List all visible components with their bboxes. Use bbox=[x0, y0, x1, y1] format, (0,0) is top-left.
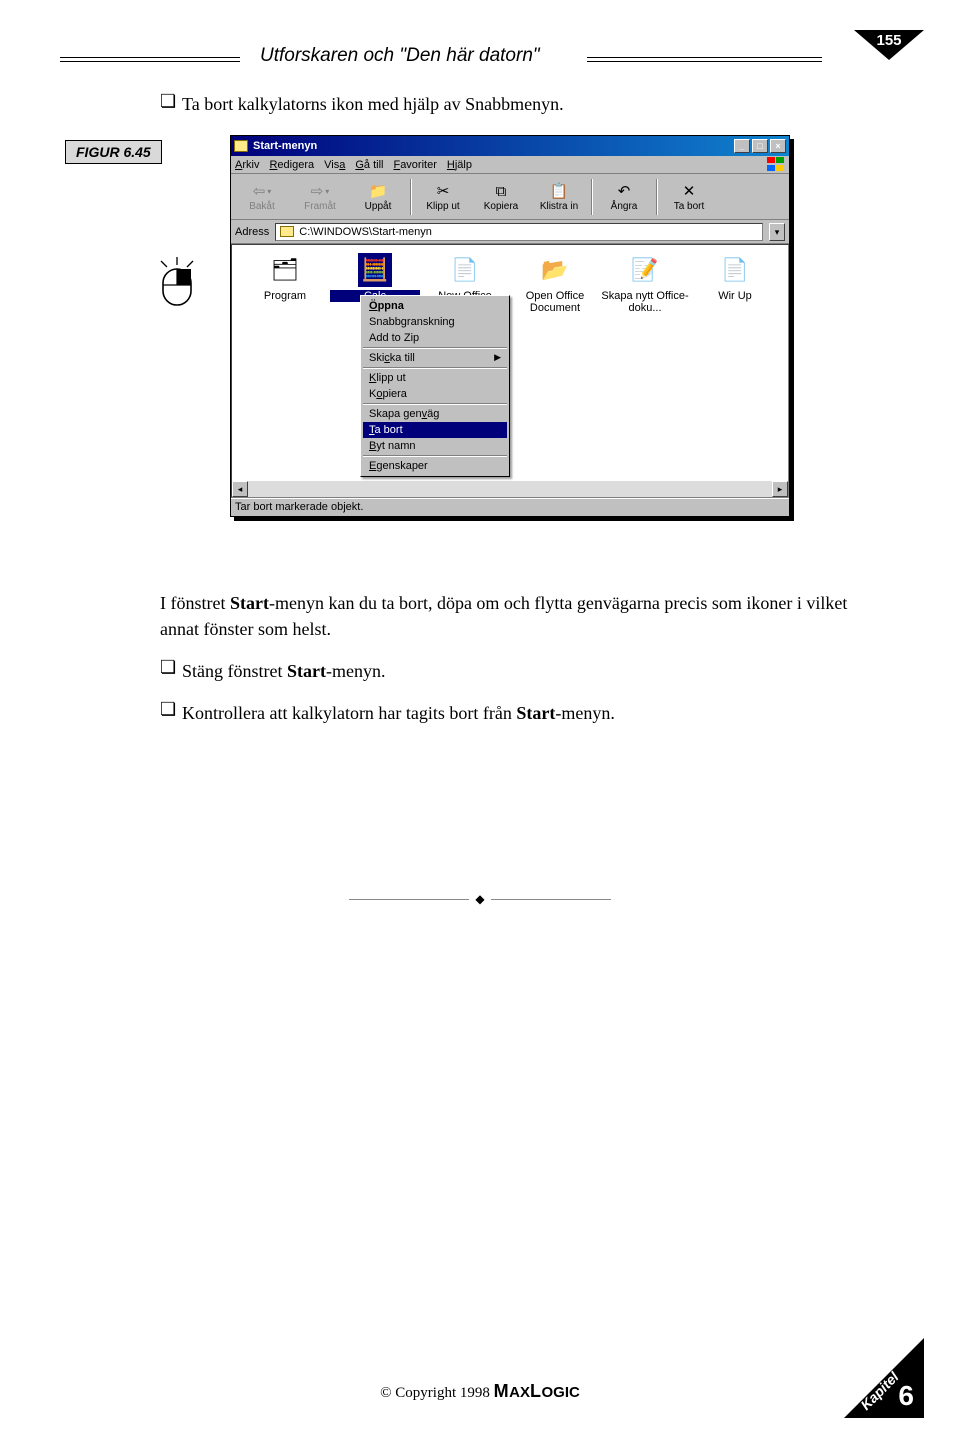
mouse-right-click-icon bbox=[155, 255, 199, 309]
minimize-button[interactable]: _ bbox=[734, 139, 750, 153]
context-menu: Öppna Snabbgranskning Add to Zip Skicka … bbox=[360, 295, 510, 477]
toolbar: ⇦▾Bakåt ⇨▾Framåt 📁Uppåt ✂Klipp ut ⧉Kopie… bbox=[231, 174, 789, 220]
tb-back[interactable]: ⇦▾Bakåt bbox=[233, 181, 291, 212]
section-divider: ◆ bbox=[0, 890, 960, 908]
tb-delete[interactable]: ✕Ta bort bbox=[660, 181, 718, 212]
header-title: Utforskaren och "Den här datorn" bbox=[260, 45, 540, 67]
tb-copy[interactable]: ⧉Kopiera bbox=[472, 181, 530, 212]
close-button[interactable]: × bbox=[770, 139, 786, 153]
titlebar[interactable]: Start-menyn _ □ × bbox=[231, 136, 789, 156]
bullet-close-start-menu: Stäng fönstret Start-menyn. bbox=[182, 658, 850, 684]
folder-icon bbox=[280, 226, 294, 237]
scroll-right-button[interactable]: ▸ bbox=[772, 481, 788, 497]
ctx-klipp-ut[interactable]: Klipp ut bbox=[363, 370, 507, 386]
menu-redigera[interactable]: Redigera bbox=[269, 159, 314, 171]
ctx-kopiera[interactable]: Kopiera bbox=[363, 386, 507, 402]
icon-open-office[interactable]: 📂Open Office Document bbox=[510, 253, 600, 314]
icon-wir-up[interactable]: 📄Wir Up bbox=[690, 253, 780, 314]
scroll-left-button[interactable]: ◂ bbox=[232, 481, 248, 497]
maximize-button[interactable]: □ bbox=[752, 139, 768, 153]
ctx-snabbgranskning[interactable]: Snabbgranskning bbox=[363, 314, 507, 330]
horizontal-scrollbar[interactable]: ◂ ▸ bbox=[232, 481, 788, 497]
menu-favoriter[interactable]: Favoriter bbox=[393, 159, 436, 171]
address-bar: Adress C:\WINDOWS\Start-menyn ▾ bbox=[231, 220, 789, 244]
bullet-verify-removed: Kontrollera att kalkylatorn har tagits b… bbox=[182, 700, 850, 726]
address-label: Adress bbox=[235, 226, 269, 238]
address-dropdown-button[interactable]: ▾ bbox=[769, 223, 785, 241]
page-footer: © Copyright 1998 MAXLOGIC bbox=[0, 1381, 960, 1402]
checkbox-icon bbox=[160, 700, 182, 726]
chapter-badge: Kapitel 6 bbox=[834, 1338, 924, 1418]
tb-forward[interactable]: ⇨▾Framåt bbox=[291, 181, 349, 212]
chevron-right-icon: ▶ bbox=[494, 352, 501, 363]
tb-up[interactable]: 📁Uppåt bbox=[349, 181, 407, 212]
menu-gatill[interactable]: Gå till bbox=[355, 159, 383, 171]
windows-logo-icon bbox=[767, 157, 785, 172]
ctx-egenskaper[interactable]: Egenskaper bbox=[363, 458, 507, 474]
intro-bullet: Ta bort kalkylatorns ikon med hjälp av S… bbox=[182, 92, 850, 116]
ctx-skicka-till[interactable]: Skicka till▶ bbox=[363, 350, 507, 366]
explorer-window: Start-menyn _ □ × Arkiv Redigera Visa Gå… bbox=[230, 135, 790, 517]
status-bar: Tar bort markerade objekt. bbox=[231, 498, 789, 516]
menu-visa[interactable]: Visa bbox=[324, 159, 345, 171]
tb-cut[interactable]: ✂Klipp ut bbox=[414, 181, 472, 212]
ctx-byt-namn[interactable]: Byt namn bbox=[363, 438, 507, 454]
checkbox-icon bbox=[160, 658, 182, 684]
window-title: Start-menyn bbox=[253, 140, 317, 152]
icon-skapa-nytt[interactable]: 📝Skapa nytt Office-doku... bbox=[600, 253, 690, 314]
tb-paste[interactable]: 📋Klistra in bbox=[530, 181, 588, 212]
page-number: 155 bbox=[854, 32, 924, 49]
menubar: Arkiv Redigera Visa Gå till Favoriter Hj… bbox=[231, 156, 789, 174]
after-figure-text: I fönstret Start-menyn kan du ta bort, d… bbox=[160, 590, 850, 742]
icon-program[interactable]: 🗂Program bbox=[240, 253, 330, 314]
client-area[interactable]: 🗂Program 🧮Calc 📄New Office 📂Open Office … bbox=[231, 244, 789, 498]
ctx-skapa-genvag[interactable]: Skapa genväg bbox=[363, 406, 507, 422]
address-input[interactable]: C:\WINDOWS\Start-menyn bbox=[275, 223, 763, 241]
folder-icon bbox=[234, 140, 248, 152]
menu-arkiv[interactable]: Arkiv bbox=[235, 159, 259, 171]
figure-label: FIGUR 6.45 bbox=[65, 140, 162, 164]
tb-undo[interactable]: ↶Ångra bbox=[595, 181, 653, 212]
ctx-oppna[interactable]: Öppna bbox=[363, 298, 507, 314]
ctx-add-to-zip[interactable]: Add to Zip bbox=[363, 330, 507, 346]
checkbox-icon bbox=[160, 92, 182, 116]
ctx-ta-bort[interactable]: Ta bort bbox=[363, 422, 507, 438]
brand-logo: MAXLOGIC bbox=[494, 1384, 580, 1401]
body-text: Ta bort kalkylatorns ikon med hjälp av S… bbox=[160, 92, 850, 132]
menu-hjalp[interactable]: Hjälp bbox=[447, 159, 472, 171]
page-number-badge: 155 bbox=[854, 30, 924, 78]
